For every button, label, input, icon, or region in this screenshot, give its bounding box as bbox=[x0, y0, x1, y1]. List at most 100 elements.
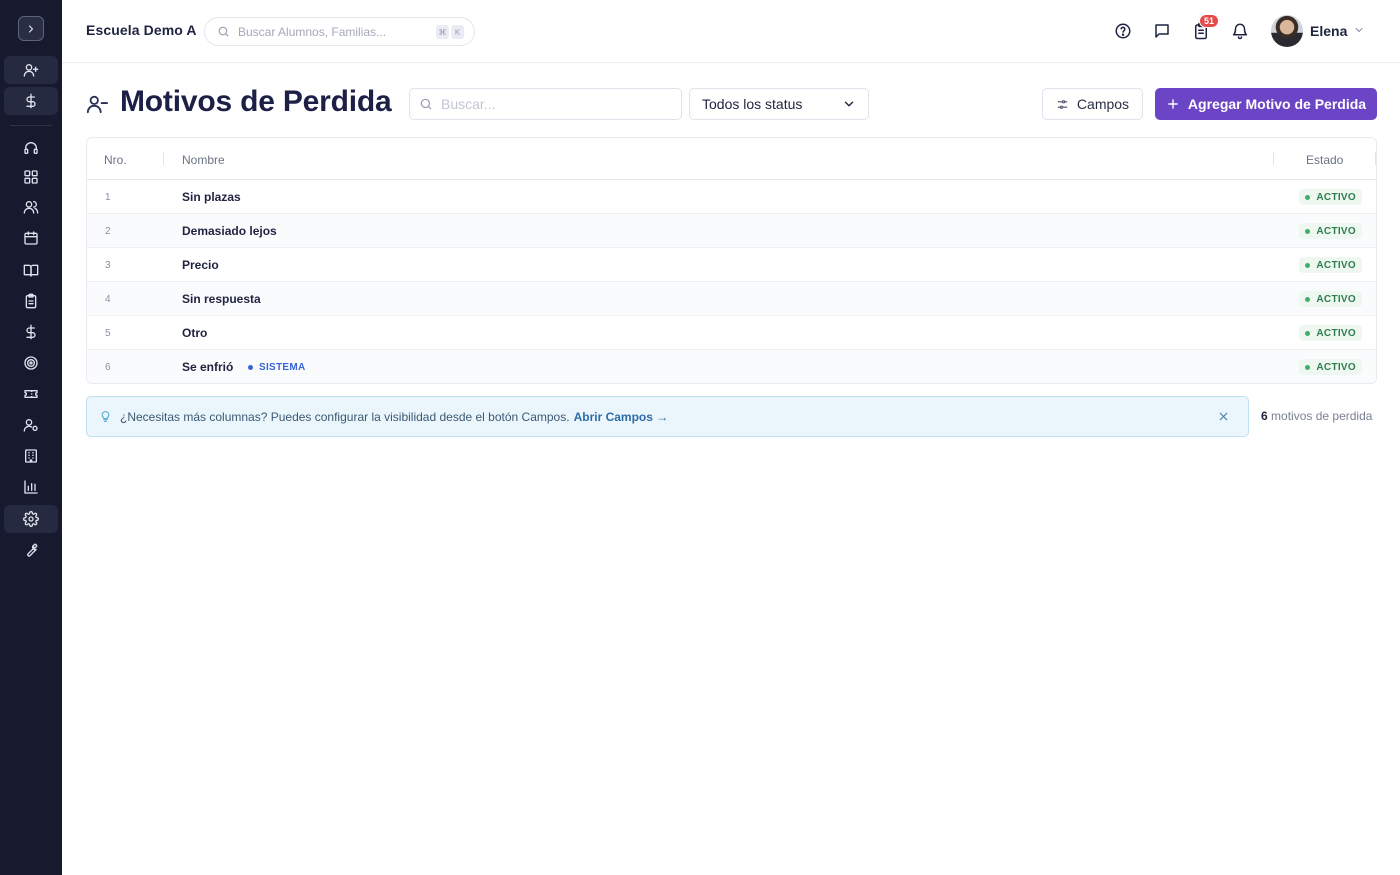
status-text: ACTIVO bbox=[1316, 259, 1356, 271]
search-field[interactable] bbox=[409, 88, 682, 120]
campos-button[interactable]: Campos bbox=[1042, 88, 1143, 120]
message-square-icon bbox=[1153, 22, 1171, 40]
row-name[interactable]: Precio bbox=[182, 258, 219, 272]
row-name[interactable]: Sin respuesta bbox=[182, 292, 261, 306]
status-badge: ACTIVO bbox=[1299, 257, 1362, 273]
sidebar-item-support[interactable] bbox=[4, 134, 58, 162]
record-count-number: 6 bbox=[1261, 409, 1268, 423]
status-badge: ACTIVO bbox=[1299, 189, 1362, 205]
sidebar-item-buildings[interactable] bbox=[4, 442, 58, 470]
top-bar: Escuela Demo A Buscar Alumnos, Familias.… bbox=[62, 0, 1400, 63]
bell-icon bbox=[1231, 22, 1249, 40]
sidebar-item-dashboard[interactable] bbox=[4, 163, 58, 191]
school-name[interactable]: Escuela Demo A bbox=[86, 22, 197, 38]
sidebar-toggle-button[interactable] bbox=[18, 16, 44, 41]
status-text: ACTIVO bbox=[1316, 225, 1356, 237]
open-campos-link[interactable]: Abrir Campos → bbox=[574, 410, 669, 424]
chevron-down-icon[interactable] bbox=[1353, 24, 1365, 36]
status-dot bbox=[1305, 194, 1311, 200]
sidebar-item-courses[interactable] bbox=[4, 256, 58, 284]
row-name[interactable]: Se enfrió bbox=[182, 360, 233, 374]
sidebar-item-staff[interactable] bbox=[4, 411, 58, 439]
sidebar-item-tools[interactable] bbox=[4, 536, 58, 564]
global-search-input[interactable]: Buscar Alumnos, Familias... ⌘ K bbox=[204, 17, 475, 46]
search-icon bbox=[419, 97, 433, 111]
status-dot bbox=[1305, 262, 1311, 268]
notifications-button[interactable] bbox=[1229, 20, 1251, 42]
status-badge: ACTIVO bbox=[1299, 359, 1362, 375]
sidebar-item-leads[interactable] bbox=[4, 56, 58, 84]
gear-icon bbox=[23, 511, 39, 527]
plus-icon bbox=[1166, 97, 1180, 111]
sidebar-item-tickets[interactable] bbox=[4, 380, 58, 408]
status-filter-select[interactable]: Todos los status bbox=[689, 88, 869, 120]
search-input[interactable] bbox=[441, 96, 661, 112]
users-icon bbox=[23, 199, 39, 215]
sidebar-item-tasks[interactable] bbox=[4, 287, 58, 315]
lightbulb-icon bbox=[99, 410, 112, 423]
table-header: Nro. Nombre Estado bbox=[87, 138, 1376, 180]
table-row[interactable]: 1 Sin plazas ACTIVO bbox=[87, 180, 1376, 214]
sidebar-item-goals[interactable] bbox=[4, 349, 58, 377]
row-number: 2 bbox=[105, 226, 111, 237]
status-filter-value: Todos los status bbox=[702, 96, 803, 112]
sidebar bbox=[0, 0, 62, 875]
campos-label: Campos bbox=[1076, 96, 1130, 112]
row-name[interactable]: Sin plazas bbox=[182, 190, 241, 204]
motivos-table: Nro. Nombre Estado 1 Sin plazas ACTIVO 2… bbox=[86, 137, 1377, 384]
user-name[interactable]: Elena bbox=[1310, 23, 1347, 39]
column-header-estado[interactable]: Estado bbox=[1306, 153, 1343, 167]
book-icon bbox=[23, 262, 39, 278]
user-plus-icon bbox=[23, 62, 39, 78]
sidebar-item-students[interactable] bbox=[4, 193, 58, 221]
user-settings-icon bbox=[23, 417, 39, 433]
table-row[interactable]: 6 Se enfrió SISTEMA ACTIVO bbox=[87, 350, 1376, 383]
status-text: ACTIVO bbox=[1316, 293, 1356, 305]
clipboard-icon bbox=[23, 293, 39, 309]
column-header-nombre[interactable]: Nombre bbox=[182, 153, 225, 167]
table-row[interactable]: 2 Demasiado lejos ACTIVO bbox=[87, 214, 1376, 248]
sidebar-item-settings[interactable] bbox=[4, 505, 58, 533]
dollar-icon bbox=[23, 93, 39, 109]
row-name[interactable]: Demasiado lejos bbox=[182, 224, 277, 238]
global-search-placeholder: Buscar Alumnos, Familias... bbox=[238, 24, 387, 39]
row-name[interactable]: Otro bbox=[182, 326, 207, 340]
column-header-nro[interactable]: Nro. bbox=[104, 153, 127, 167]
messages-button[interactable] bbox=[1151, 20, 1173, 42]
column-divider[interactable] bbox=[163, 152, 164, 165]
ticket-icon bbox=[23, 386, 39, 402]
sidebar-divider bbox=[10, 125, 52, 126]
shortcut-k-key: K bbox=[451, 25, 464, 39]
close-icon[interactable] bbox=[1217, 410, 1230, 423]
sidebar-item-payments[interactable] bbox=[4, 318, 58, 346]
record-count: 6 motivos de perdida bbox=[1261, 409, 1372, 423]
status-text: ACTIVO bbox=[1316, 327, 1356, 339]
user-avatar[interactable] bbox=[1271, 15, 1303, 47]
column-divider[interactable] bbox=[1375, 152, 1376, 165]
sidebar-item-calendar[interactable] bbox=[4, 224, 58, 252]
search-icon bbox=[217, 25, 230, 38]
sistema-text: SISTEMA bbox=[259, 362, 306, 373]
status-dot bbox=[1305, 364, 1311, 370]
shortcut-cmd-key: ⌘ bbox=[436, 25, 449, 39]
table-row[interactable]: 3 Precio ACTIVO bbox=[87, 248, 1376, 282]
calendar-icon bbox=[23, 230, 39, 246]
add-motivo-button[interactable]: Agregar Motivo de Perdida bbox=[1155, 88, 1377, 120]
sistema-dot bbox=[248, 365, 253, 370]
sistema-tag: SISTEMA bbox=[248, 362, 306, 373]
column-divider[interactable] bbox=[1273, 152, 1274, 165]
info-banner: ¿Necesitas más columnas? Puedes configur… bbox=[86, 396, 1249, 437]
help-button[interactable] bbox=[1112, 20, 1134, 42]
dollar-icon bbox=[23, 324, 39, 340]
sidebar-item-finance[interactable] bbox=[4, 87, 58, 115]
add-motivo-label: Agregar Motivo de Perdida bbox=[1187, 96, 1367, 112]
user-minus-icon bbox=[86, 93, 108, 115]
building-icon bbox=[23, 448, 39, 464]
status-text: ACTIVO bbox=[1316, 191, 1356, 203]
status-text: ACTIVO bbox=[1316, 361, 1356, 373]
sidebar-item-reports[interactable] bbox=[4, 473, 58, 501]
status-badge: ACTIVO bbox=[1299, 325, 1362, 341]
wrench-icon bbox=[23, 542, 39, 558]
table-row[interactable]: 4 Sin respuesta ACTIVO bbox=[87, 282, 1376, 316]
table-row[interactable]: 5 Otro ACTIVO bbox=[87, 316, 1376, 350]
